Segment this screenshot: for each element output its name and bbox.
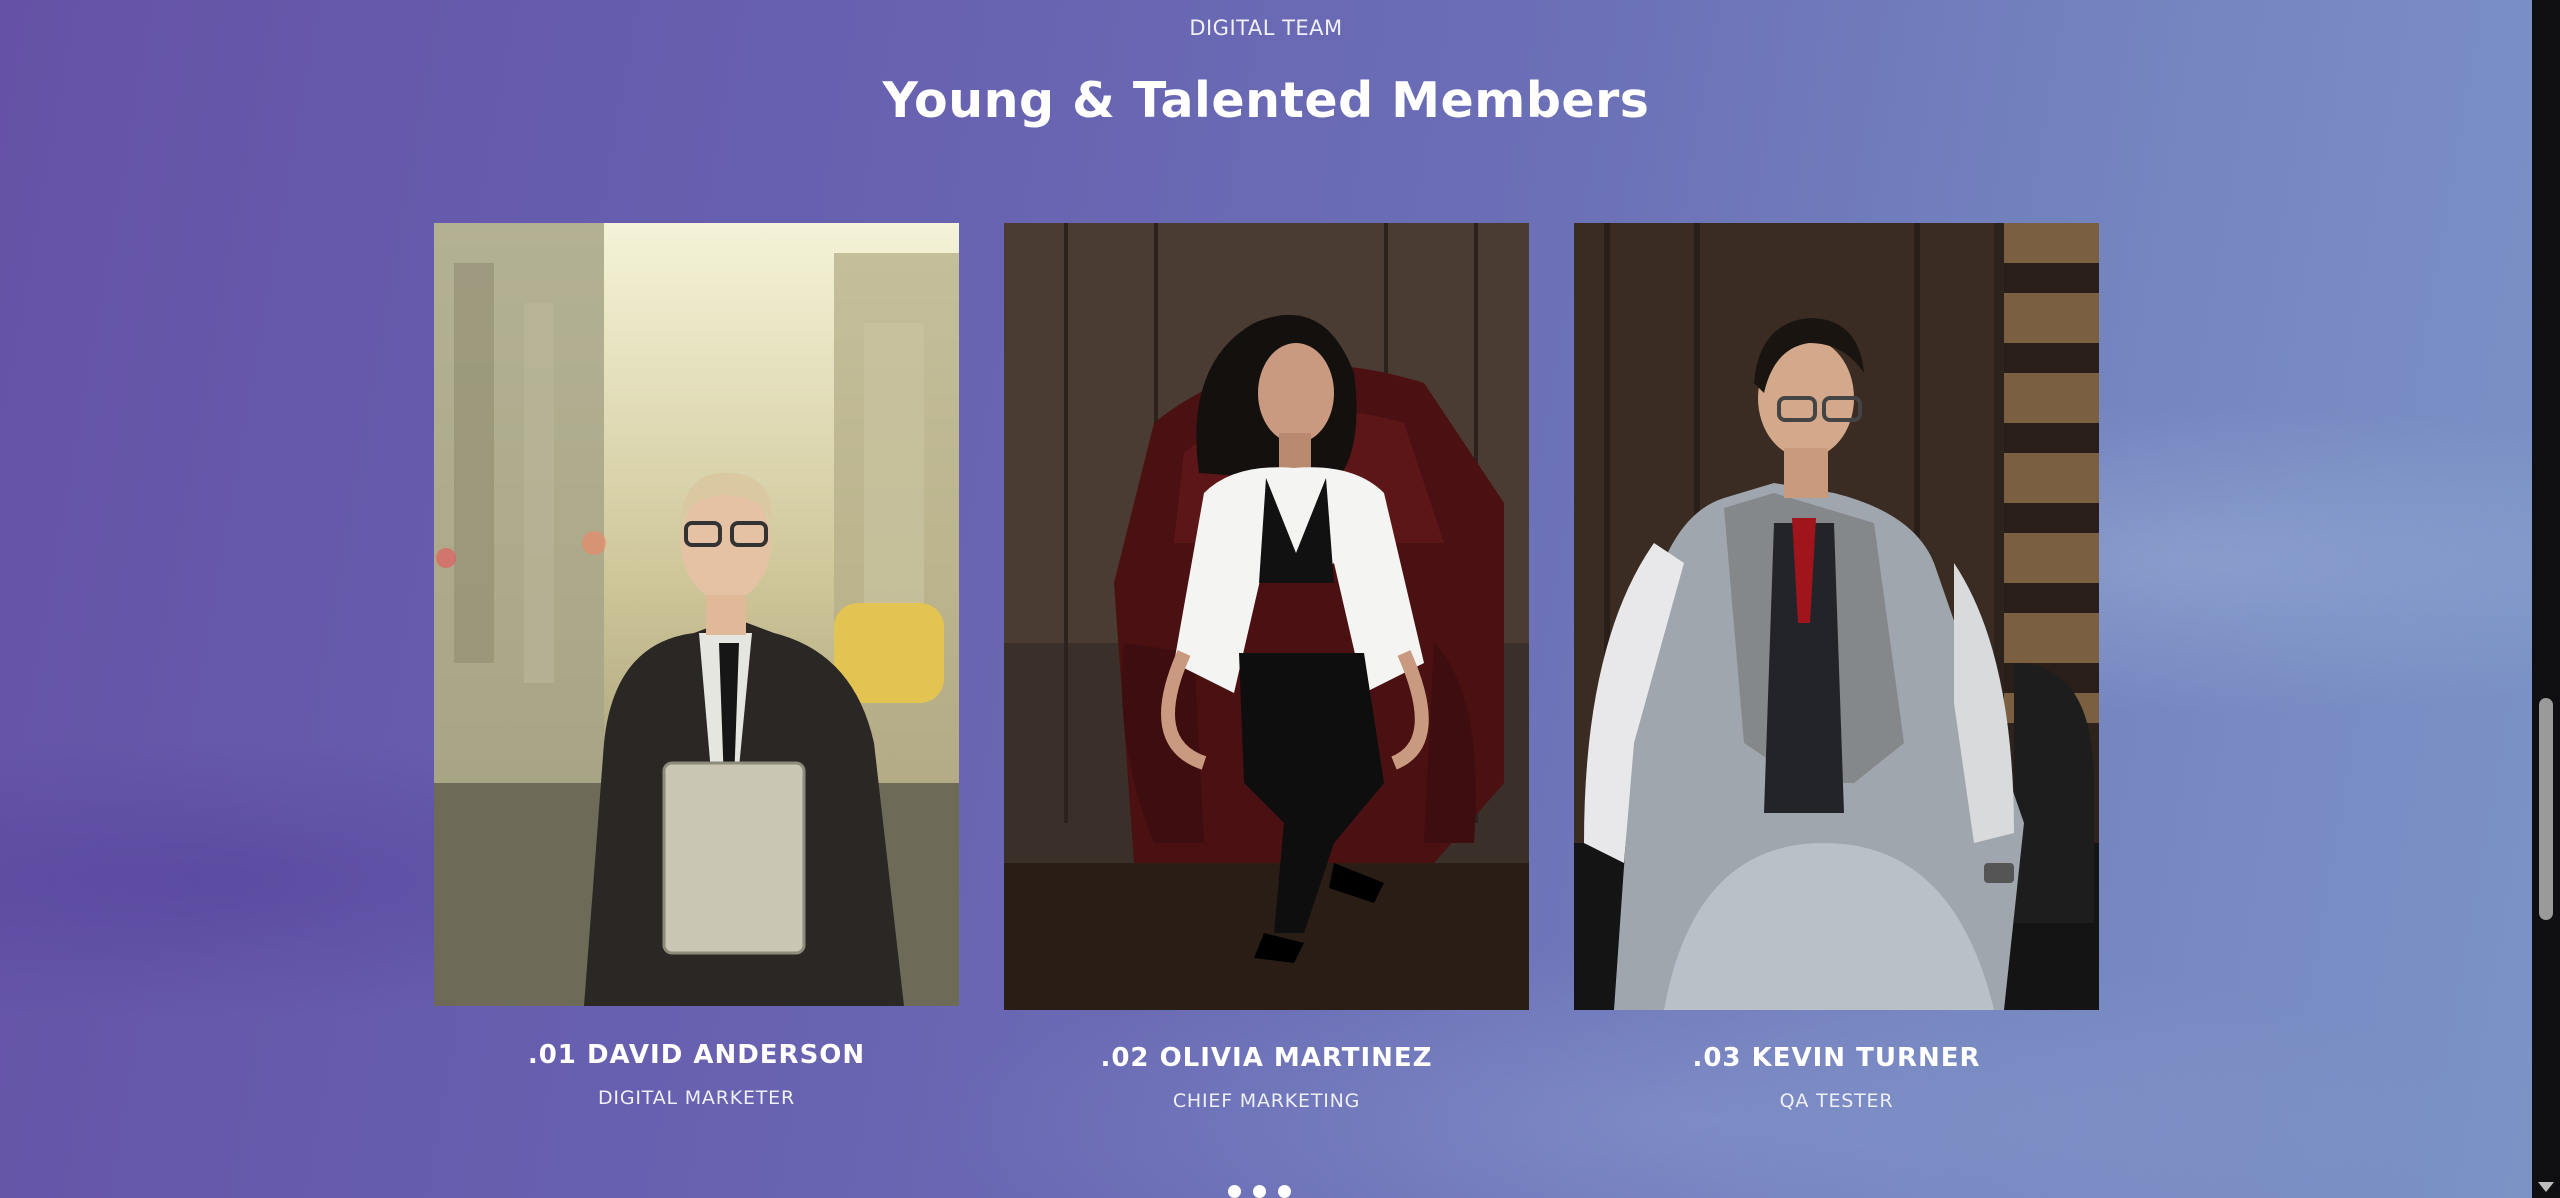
member-name: .03 KEVIN TURNER (1692, 1043, 1981, 1073)
member-name: .01 DAVID ANDERSON (527, 1040, 866, 1070)
member-role: CHIEF MARKETING (1172, 1090, 1361, 1112)
member-photo[interactable] (434, 223, 959, 1006)
member-name: .02 OLIVIA MARTINEZ (1100, 1043, 1433, 1073)
scroll-down-arrow-icon[interactable] (2538, 1182, 2554, 1192)
team-member-card[interactable]: .03 KEVIN TURNER QA TESTER (1574, 223, 2099, 1112)
member-role: QA TESTER (1779, 1090, 1894, 1112)
member-role: DIGITAL MARKETER (598, 1087, 795, 1109)
section-eyebrow: DIGITAL TEAM (1189, 16, 1343, 40)
member-photo[interactable] (1574, 223, 2099, 1010)
woman-in-armchair-photo (1004, 223, 1529, 1010)
carousel-dot[interactable] (1253, 1185, 1266, 1198)
member-photo[interactable] (1004, 223, 1529, 1010)
man-in-grey-vest-photo (1574, 223, 2099, 1010)
carousel-dot[interactable] (1278, 1185, 1291, 1198)
section-title: Young & Talented Members (882, 72, 1650, 129)
team-section: DIGITAL TEAM Young & Talented Members .0… (0, 0, 2532, 1198)
scrollbar-thumb[interactable] (2539, 698, 2553, 920)
carousel-pagination (1228, 1185, 1291, 1198)
page-scrollbar[interactable] (2532, 0, 2560, 1198)
man-in-suit-with-laptop-photo (434, 223, 959, 1006)
carousel-dot[interactable] (1228, 1185, 1241, 1198)
team-member-card[interactable]: .01 DAVID ANDERSON DIGITAL MARKETER (434, 223, 959, 1109)
team-member-card[interactable]: .02 OLIVIA MARTINEZ CHIEF MARKETING (1004, 223, 1529, 1112)
